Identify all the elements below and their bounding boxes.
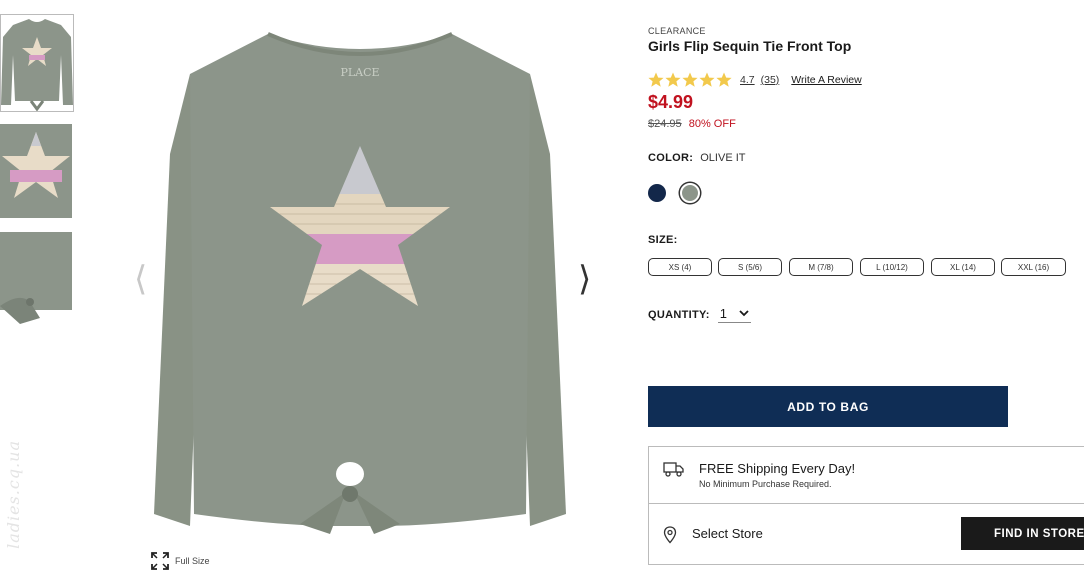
clearance-badge: CLEARANCE [648,26,706,36]
previous-image-arrow[interactable]: ⟨ [134,262,147,296]
original-price: $24.95 [648,118,682,130]
rating-row: 4.7 (35) Write A Review [648,72,862,88]
expand-icon [151,552,169,570]
color-swatch-olive[interactable] [680,183,700,203]
select-store-link[interactable]: Select Store [692,526,763,541]
star-rating [648,72,734,88]
full-size-button[interactable]: Full Size [150,551,210,571]
next-image-arrow[interactable]: ⟩ [578,262,591,296]
shipping-info-box: FREE Shipping Every Day! No Minimum Purc… [648,446,1084,504]
size-m-button[interactable]: M (7/8) [789,258,853,276]
color-swatch-navy[interactable] [648,184,666,202]
find-in-store-button[interactable]: FIND IN STORE [961,517,1084,550]
size-s-button[interactable]: S (5/6) [718,258,782,276]
discount-text: 80% OFF [688,118,736,130]
shipping-title: FREE Shipping Every Day! [699,461,856,476]
thumbnail-2[interactable] [0,124,72,218]
size-l-button[interactable]: L (10/12) [860,258,924,276]
watermark-text: ladies.cq.ua [4,440,23,549]
color-label: COLOR: [648,152,694,164]
quantity-select[interactable]: 1 [717,306,752,323]
rating-value[interactable]: 4.7 [740,74,755,86]
size-xxl-button[interactable]: XXL (16) [1001,258,1066,276]
size-xl-button[interactable]: XL (14) [931,258,995,276]
review-count[interactable]: (35) [761,74,780,86]
thumbnail-3[interactable] [0,232,72,326]
write-review-link[interactable]: Write A Review [791,74,861,86]
color-row: COLOR: OLIVE IT [648,152,746,164]
truck-icon [663,462,684,477]
shirt-logo-text: PLACE [340,66,379,79]
size-xs-button[interactable]: XS (4) [648,258,712,276]
location-pin-icon [663,526,677,544]
color-value: OLIVE IT [700,152,746,164]
size-label: SIZE: [648,234,678,246]
quantity-label: QUANTITY: [648,308,710,321]
sale-price: $4.99 [648,92,694,112]
add-to-bag-button[interactable]: ADD TO BAG [648,386,1008,427]
shipping-subtitle: No Minimum Purchase Required. [699,479,832,489]
store-locator-box: Select Store FIND IN STORE [648,504,1084,565]
quantity-row: QUANTITY: 1 [648,306,752,323]
product-title: Girls Flip Sequin Tie Front Top [648,38,852,54]
price-details: $24.95 80% OFF [648,118,736,130]
thumbnail-1[interactable] [0,14,74,112]
full-size-label: Full Size [175,556,210,566]
main-product-image[interactable]: PLACE [150,14,570,534]
quantity-value: 1 [719,306,728,321]
chevron-down-icon [739,310,749,317]
star-rating-icon [648,72,732,87]
